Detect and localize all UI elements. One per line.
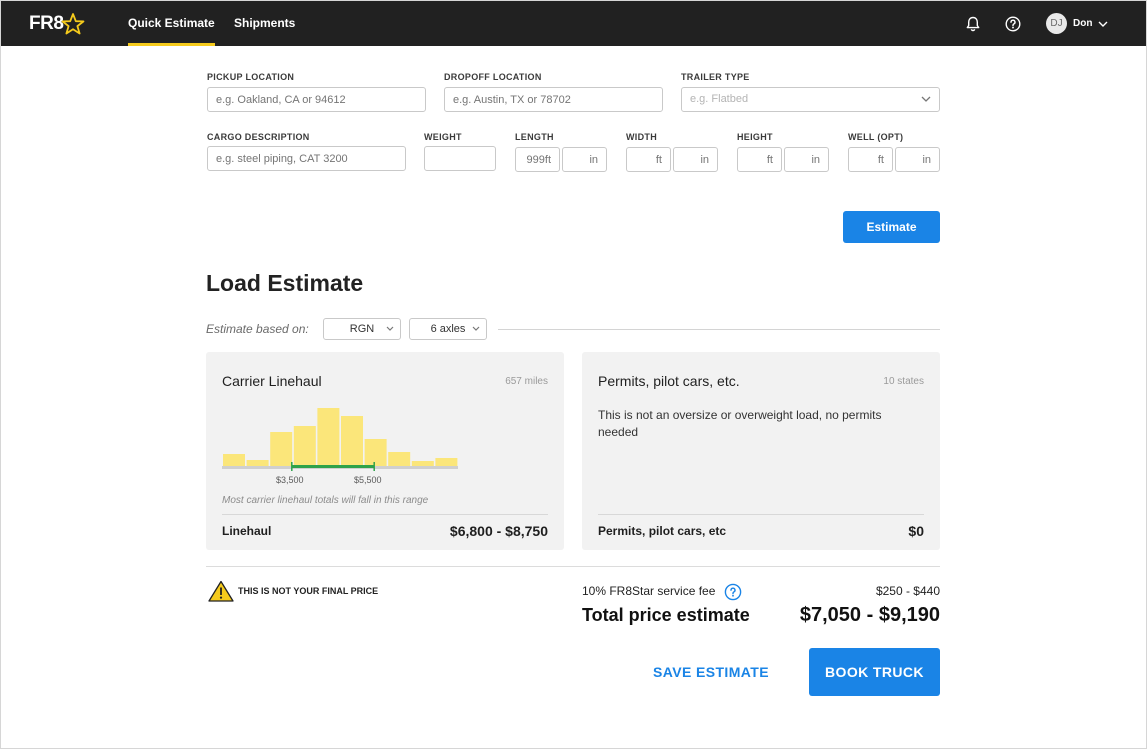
permit-message: This is not an oversize or overweight lo… xyxy=(598,408,882,439)
width-label: WIDTH xyxy=(626,132,657,142)
histogram-bar xyxy=(246,460,269,466)
trailer-placeholder: e.g. Flatbed xyxy=(690,93,749,105)
weight-input[interactable] xyxy=(424,146,496,171)
length-label: LENGTH xyxy=(515,132,554,142)
cargo-label: CARGO DESCRIPTION xyxy=(207,132,310,142)
histogram-bar xyxy=(270,432,293,466)
dropoff-input[interactable] xyxy=(444,87,663,112)
fr8star-logo[interactable]: FR8 xyxy=(29,13,85,35)
range-high-marker xyxy=(373,462,375,471)
divider xyxy=(598,514,924,515)
linehaul-label: Linehaul xyxy=(222,524,272,538)
trailer-type-select[interactable]: RGN xyxy=(323,318,401,340)
length-in-input[interactable] xyxy=(562,147,607,172)
tab-quick-estimate[interactable]: Quick Estimate xyxy=(128,1,215,46)
estimate-based-on-label: Estimate based on: xyxy=(206,322,309,336)
tab-label: Shipments xyxy=(234,16,296,30)
tab-shipments[interactable]: Shipments xyxy=(234,1,295,46)
permits-card: Permits, pilot cars, etc. 10 states This… xyxy=(582,352,940,550)
linehaul-card: Carrier Linehaul 657 miles $3,500 $5,500… xyxy=(206,352,564,550)
range-indicator xyxy=(291,465,375,468)
linehaul-histogram xyxy=(222,408,458,471)
star-icon xyxy=(62,13,85,35)
total-label: Total price estimate xyxy=(582,605,750,625)
tab-label: Quick Estimate xyxy=(128,16,215,30)
save-estimate-button[interactable]: SAVE ESTIMATE xyxy=(640,648,782,696)
pickup-label: PICKUP LOCATION xyxy=(207,72,295,82)
histogram-bar xyxy=(341,416,363,466)
estimate-button[interactable]: Estimate xyxy=(843,211,940,243)
trailer-select[interactable]: e.g. Flatbed xyxy=(681,87,940,112)
histogram-bar xyxy=(293,426,316,466)
permits-label: Permits, pilot cars, etc xyxy=(598,524,727,538)
linehaul-value: $6,800 - $8,750 xyxy=(449,523,548,539)
avatar: DJ xyxy=(1046,13,1067,34)
well-in-input[interactable] xyxy=(895,147,940,172)
help-icon[interactable] xyxy=(1004,15,1022,33)
divider xyxy=(222,514,548,515)
height-in-input[interactable] xyxy=(784,147,829,172)
service-fee-value: $250 - $440 xyxy=(875,584,940,598)
app-frame xyxy=(0,0,1147,749)
length-ft-input[interactable] xyxy=(515,147,560,172)
permits-value: $0 xyxy=(908,523,924,539)
service-fee-label: 10% FR8Star service fee xyxy=(582,584,716,598)
height-ft-input[interactable] xyxy=(737,147,782,172)
histogram-bar xyxy=(411,461,434,466)
range-note: Most carrier linehaul totals will fall i… xyxy=(222,495,429,506)
states-meta: 10 states xyxy=(883,376,924,387)
range-low-marker xyxy=(291,462,293,471)
miles-meta: 657 miles xyxy=(505,376,548,387)
book-truck-button[interactable]: BOOK TRUCK xyxy=(809,648,940,696)
range-low-tick: $3,500 xyxy=(276,475,304,485)
chevron-down-icon xyxy=(921,96,931,102)
height-label: HEIGHT xyxy=(737,132,773,142)
pickup-input[interactable] xyxy=(207,87,426,112)
user-menu[interactable]: DJ Don xyxy=(1046,13,1108,34)
cargo-input[interactable] xyxy=(207,146,406,171)
user-name: Don xyxy=(1073,18,1093,29)
chevron-down-icon xyxy=(386,326,394,331)
range-high-tick: $5,500 xyxy=(354,475,382,485)
select-value: 6 axles xyxy=(430,323,466,335)
well-ft-input[interactable] xyxy=(848,147,893,172)
histogram-bar xyxy=(435,458,458,466)
histogram-bar xyxy=(317,408,340,466)
total-value: $7,050 - $9,190 xyxy=(799,604,940,626)
page-title: Load Estimate xyxy=(206,270,364,296)
help-icon[interactable] xyxy=(724,583,742,601)
top-nav: FR8 Quick Estimate Shipments DJ Don xyxy=(1,1,1146,46)
card-title: Permits, pilot cars, etc. xyxy=(598,373,740,389)
trailer-label: TRAILER TYPE xyxy=(681,72,750,82)
warning-text: THIS IS NOT YOUR FINAL PRICE xyxy=(238,586,379,596)
bell-icon[interactable] xyxy=(964,15,982,33)
card-title: Carrier Linehaul xyxy=(222,373,322,389)
select-value: RGN xyxy=(349,323,375,335)
width-ft-input[interactable] xyxy=(626,147,671,172)
final-price-warning: THIS IS NOT YOUR FINAL PRICE xyxy=(208,580,378,602)
logo-text: FR8 xyxy=(29,13,64,34)
axles-select[interactable]: 6 axles xyxy=(409,318,487,340)
weight-label: WEIGHT xyxy=(424,132,462,142)
warning-icon xyxy=(208,580,234,602)
histogram-bar xyxy=(223,454,245,466)
chevron-down-icon xyxy=(1098,21,1108,27)
width-in-input[interactable] xyxy=(673,147,718,172)
histogram-bar xyxy=(364,439,387,466)
histogram-bar xyxy=(388,452,411,466)
well-label: WELL (OPT) xyxy=(848,132,904,142)
dropoff-label: DROPOFF LOCATION xyxy=(444,72,542,82)
chevron-down-icon xyxy=(472,326,480,331)
divider xyxy=(206,566,940,567)
divider xyxy=(498,329,940,330)
